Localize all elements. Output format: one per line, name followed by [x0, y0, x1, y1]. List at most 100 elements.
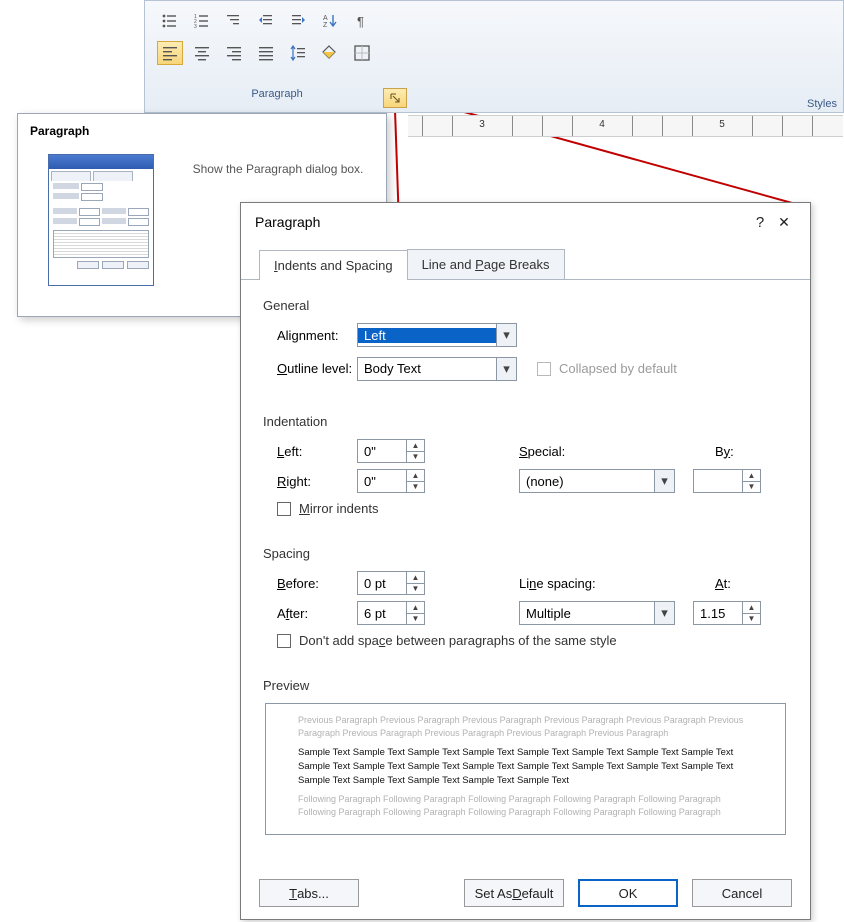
special-combo[interactable]: (none) ▾ — [519, 469, 675, 493]
indent-left-value: 0" — [358, 440, 406, 462]
checkbox-icon — [277, 502, 291, 516]
chevron-down-icon[interactable]: ▾ — [654, 602, 674, 624]
borders-icon[interactable] — [349, 41, 375, 65]
ribbon-styles-label: Styles — [807, 98, 837, 110]
dialog-title: Paragraph — [255, 214, 748, 230]
increase-indent-icon[interactable] — [285, 9, 311, 33]
label-at: At: — [715, 576, 731, 591]
numbering-icon[interactable]: 123 — [189, 9, 215, 33]
show-hide-icon[interactable]: ¶ — [349, 9, 375, 33]
indent-right-spinner[interactable]: 0" ▲▼ — [357, 469, 425, 493]
svg-text:Z: Z — [323, 22, 328, 29]
spinner-down-icon[interactable]: ▼ — [743, 481, 760, 493]
label-by: By: — [715, 444, 734, 459]
checkbox-icon — [537, 362, 551, 376]
chevron-down-icon[interactable]: ▾ — [654, 470, 674, 492]
chevron-down-icon[interactable]: ▾ — [496, 358, 516, 380]
section-spacing: Spacing — [263, 546, 788, 561]
spinner-down-icon[interactable]: ▼ — [407, 613, 424, 625]
bullets-icon[interactable] — [157, 9, 183, 33]
before-spinner[interactable]: 0 pt ▲▼ — [357, 571, 425, 595]
label-special: Special: — [519, 444, 675, 459]
collapsed-label: Collapsed by default — [559, 361, 677, 376]
preview-sample-text: Sample Text Sample Text Sample Text Samp… — [298, 746, 753, 787]
cancel-button[interactable]: Cancel — [692, 879, 792, 907]
align-right-icon[interactable] — [221, 41, 247, 65]
section-general: General — [263, 298, 788, 313]
close-icon[interactable]: ✕ — [772, 214, 796, 231]
tooltip-title: Paragraph — [18, 114, 386, 142]
dialog-launcher-button[interactable] — [383, 88, 407, 108]
ribbon-group-label: Paragraph — [145, 84, 409, 100]
spinner-up-icon[interactable]: ▲ — [407, 602, 424, 613]
at-spinner[interactable]: 1.15 ▲▼ — [693, 601, 761, 625]
align-left-icon[interactable] — [157, 41, 183, 65]
alignment-combo[interactable]: Left ▾ — [357, 323, 517, 347]
indent-right-value: 0" — [358, 470, 406, 492]
line-spacing-icon[interactable] — [285, 41, 311, 65]
checkbox-icon — [277, 634, 291, 648]
spinner-up-icon[interactable]: ▲ — [407, 572, 424, 583]
spinner-up-icon[interactable]: ▲ — [407, 440, 424, 451]
after-spinner[interactable]: 6 pt ▲▼ — [357, 601, 425, 625]
label-indent-left: Left: — [263, 444, 357, 459]
justify-icon[interactable] — [253, 41, 279, 65]
svg-text:3: 3 — [194, 24, 197, 29]
ruler-number: 5 — [719, 119, 725, 130]
tab-line-page-breaks[interactable]: Line and Page Breaks — [407, 249, 565, 279]
special-value: (none) — [520, 474, 654, 489]
outline-combo[interactable]: Body Text ▾ — [357, 357, 517, 381]
preview-next-text: Following Paragraph Following Paragraph … — [298, 793, 753, 819]
label-line-spacing: Line spacing: — [519, 576, 675, 591]
svg-text:A: A — [323, 15, 328, 22]
spinner-down-icon[interactable]: ▼ — [407, 451, 424, 463]
spinner-down-icon[interactable]: ▼ — [407, 583, 424, 595]
section-preview: Preview — [263, 678, 788, 693]
spinner-down-icon[interactable]: ▼ — [407, 481, 424, 493]
ribbon-paragraph-group: 123 AZ ¶ Paragraph Styles — [144, 0, 844, 113]
label-alignment: Alignment: — [263, 328, 357, 343]
after-value: 6 pt — [358, 602, 406, 624]
before-value: 0 pt — [358, 572, 406, 594]
line-spacing-combo[interactable]: Multiple ▾ — [519, 601, 675, 625]
help-icon[interactable]: ? — [748, 214, 772, 231]
at-value: 1.15 — [694, 602, 742, 624]
spinner-down-icon[interactable]: ▼ — [743, 613, 760, 625]
by-spinner[interactable]: ▲▼ — [693, 469, 761, 493]
tooltip-description: Show the Paragraph dialog box. — [168, 146, 388, 192]
spinner-up-icon[interactable]: ▲ — [407, 470, 424, 481]
shading-icon[interactable] — [317, 41, 343, 65]
preview-box: Previous Paragraph Previous Paragraph Pr… — [265, 703, 786, 835]
tab-indents-spacing[interactable]: Indents and Spacing — [259, 250, 408, 280]
mirror-indents-checkbox[interactable]: Mirror indents — [263, 501, 788, 516]
spinner-up-icon[interactable]: ▲ — [743, 602, 760, 613]
spinner-up-icon[interactable]: ▲ — [743, 470, 760, 481]
preview-prev-text: Previous Paragraph Previous Paragraph Pr… — [298, 714, 753, 740]
ruler-number: 4 — [599, 119, 605, 130]
by-value — [694, 470, 742, 492]
svg-text:¶: ¶ — [357, 14, 364, 29]
multilevel-list-icon[interactable] — [221, 9, 247, 33]
chevron-down-icon[interactable]: ▾ — [496, 324, 516, 346]
indent-left-spinner[interactable]: 0" ▲▼ — [357, 439, 425, 463]
paragraph-dialog: Paragraph ? ✕ Indents and Spacing Line a… — [240, 202, 811, 920]
no-space-label: Don't add space between paragraphs of th… — [299, 633, 617, 648]
decrease-indent-icon[interactable] — [253, 9, 279, 33]
mirror-label: Mirror indents — [299, 501, 378, 516]
label-before: Before: — [263, 576, 357, 591]
tabs-button[interactable]: Tabs... — [259, 879, 359, 907]
alignment-value: Left — [358, 328, 496, 343]
horizontal-ruler[interactable]: 3 4 5 — [408, 115, 843, 137]
ok-button[interactable]: OK — [578, 879, 678, 907]
align-center-icon[interactable] — [189, 41, 215, 65]
ruler-number: 3 — [479, 119, 485, 130]
section-indentation: Indentation — [263, 414, 788, 429]
collapsed-checkbox: Collapsed by default — [537, 361, 677, 376]
dialog-titlebar[interactable]: Paragraph ? ✕ — [241, 203, 810, 241]
no-space-checkbox[interactable]: Don't add space between paragraphs of th… — [263, 633, 788, 648]
tooltip-thumbnail — [48, 154, 154, 286]
set-default-button[interactable]: Set As Default — [464, 879, 564, 907]
sort-icon[interactable]: AZ — [317, 9, 343, 33]
label-indent-right: Right: — [263, 474, 357, 489]
line-spacing-value: Multiple — [520, 606, 654, 621]
